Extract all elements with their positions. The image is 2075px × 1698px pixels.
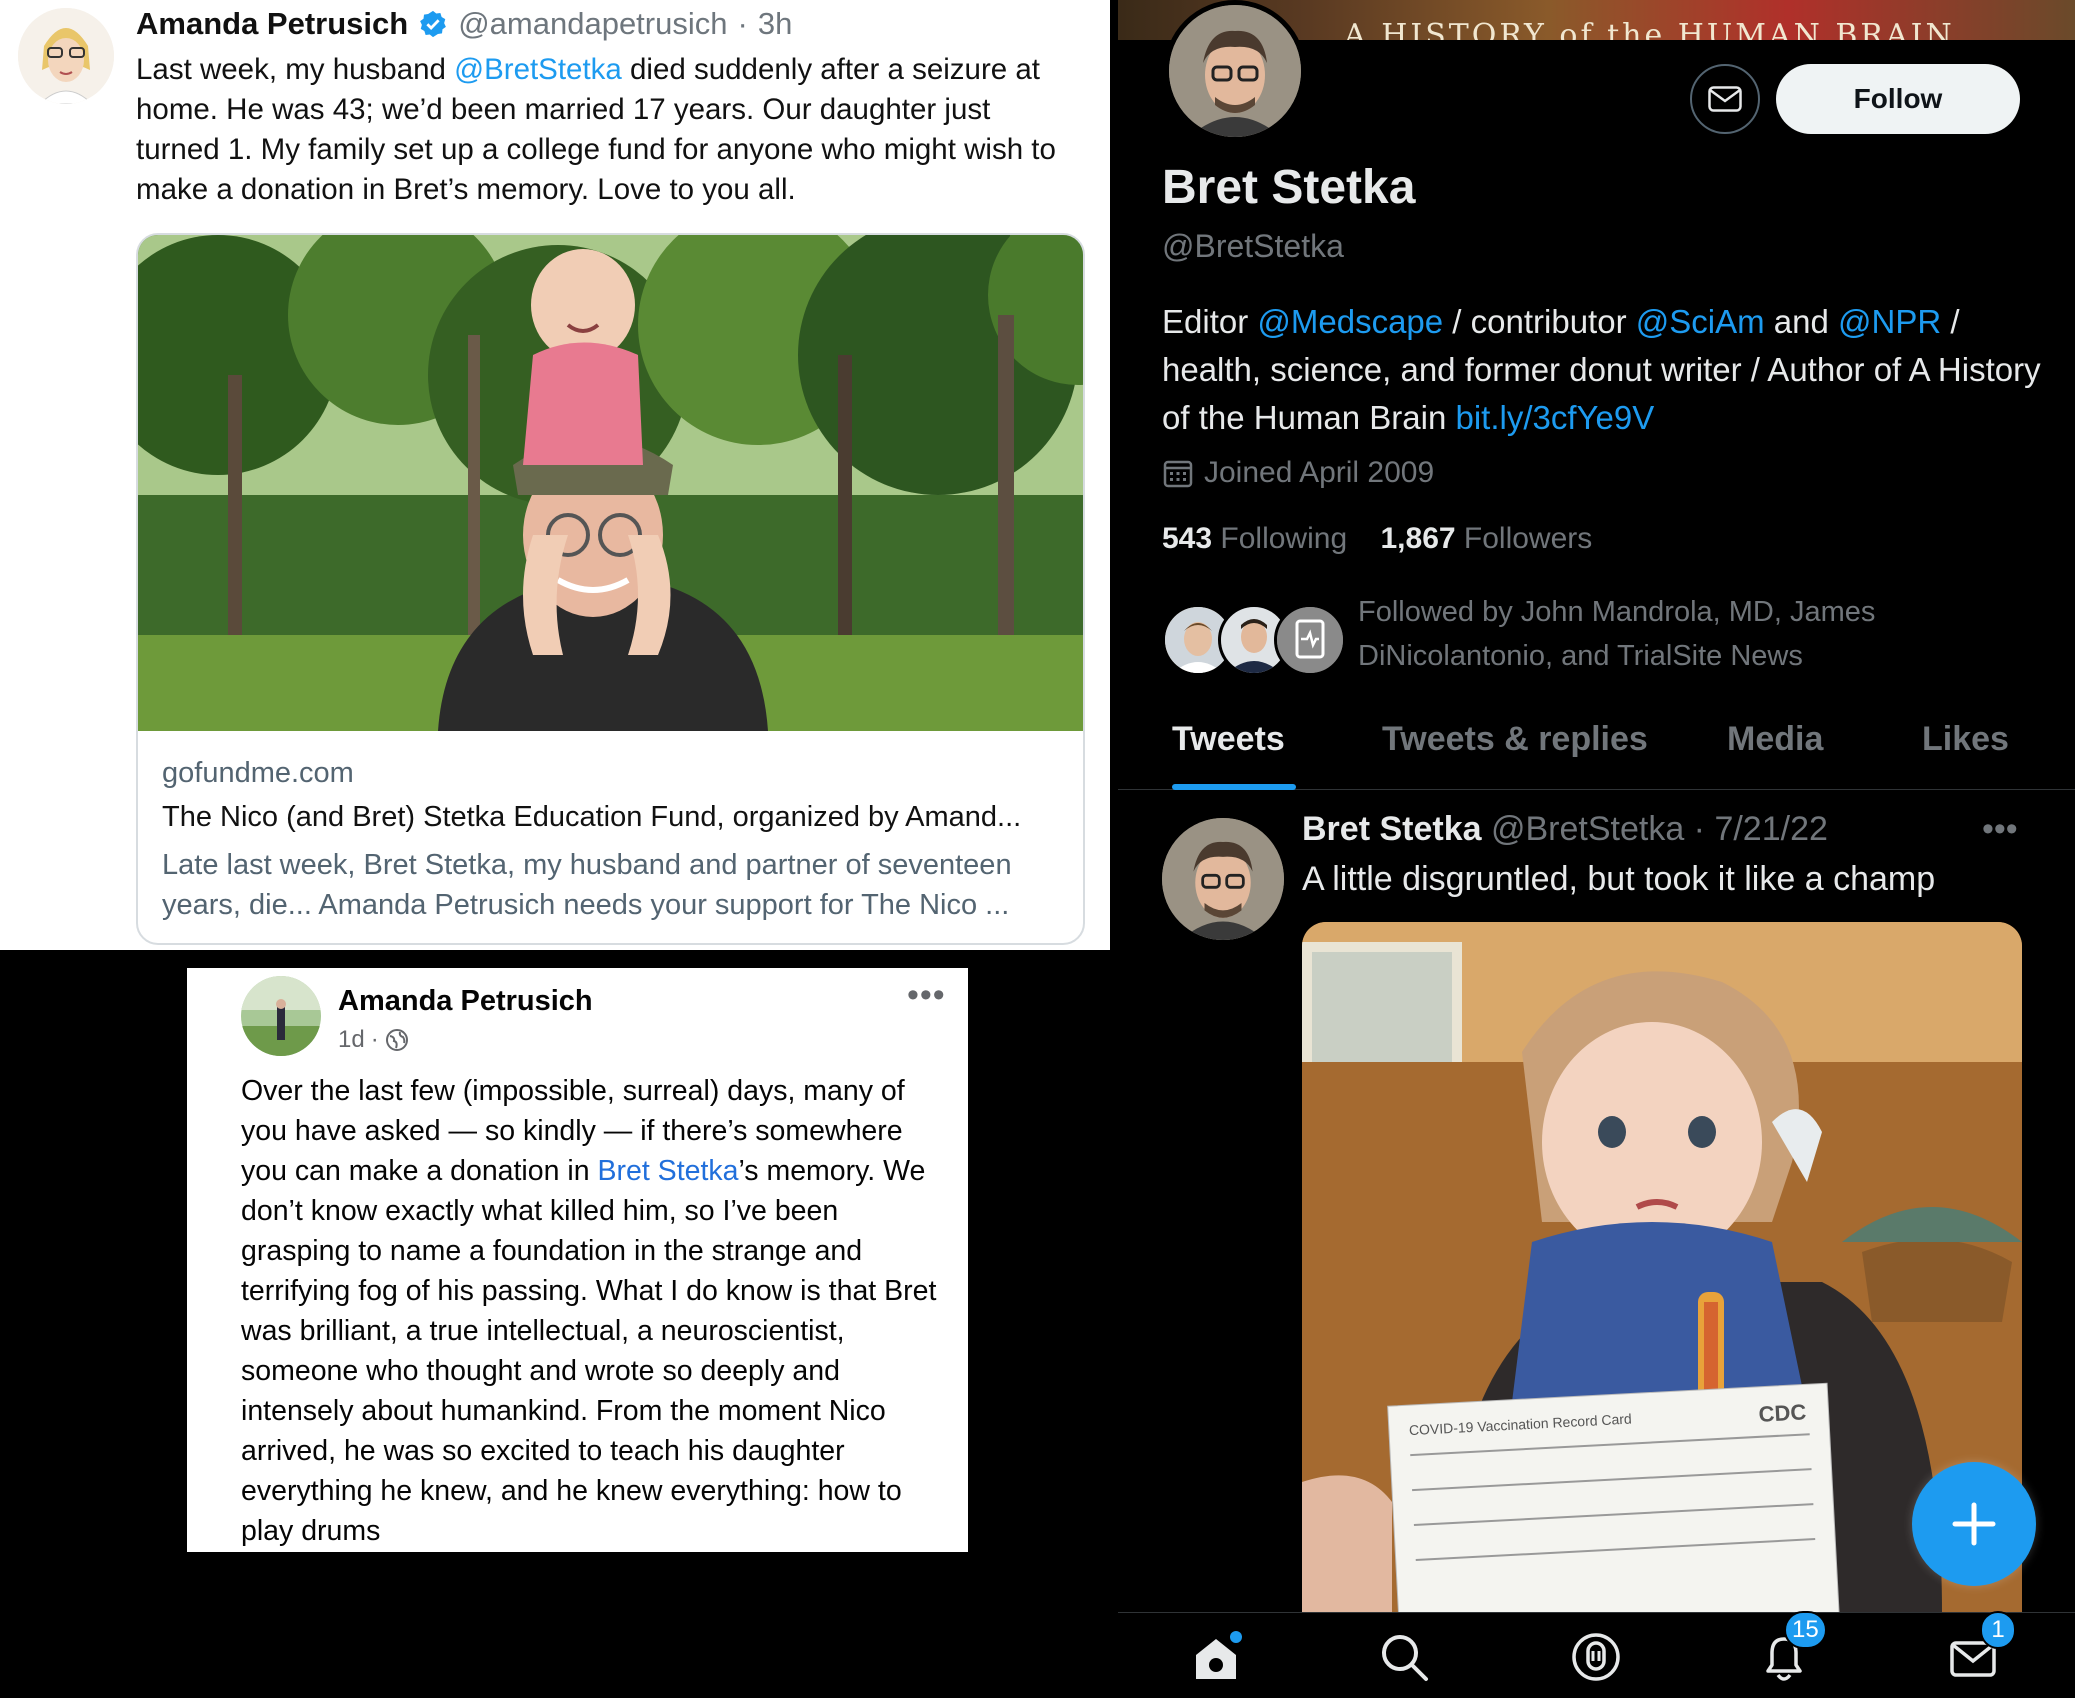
author-handle[interactable]: @amandapetrusich <box>458 6 727 42</box>
tweet-avatar[interactable] <box>1162 818 1284 940</box>
banner-text: A HISTORY of the HUMAN BRAIN <box>1344 18 1955 40</box>
facebook-author-name[interactable]: Amanda Petrusich <box>338 985 593 1018</box>
post-meta: 1d · <box>338 1026 409 1054</box>
post-time[interactable]: 1d <box>338 1026 365 1054</box>
tweet-author-handle[interactable]: @BretStetka <box>1491 810 1684 848</box>
followers-link[interactable]: 1,867 Followers <box>1380 522 1592 555</box>
link-preview-card[interactable]: gofundme.com The Nico (and Bret) Stetka … <box>136 233 1085 945</box>
bio-text: Editor <box>1162 303 1258 340</box>
followed-by-text[interactable]: Followed by John Mandrola, MD, James DiN… <box>1358 590 2018 678</box>
twitter-profile-screenshot: A HISTORY of the HUMAN BRAIN Follow Bret… <box>1118 0 2075 1698</box>
messages-badge: 1 <box>1980 1611 2016 1649</box>
post-text-part: ’s memory. We don’t know exactly what ki… <box>241 1155 937 1547</box>
mention-sciam[interactable]: @SciAm <box>1636 303 1765 340</box>
following-label: Following <box>1220 522 1348 555</box>
card-photo <box>138 235 1083 731</box>
amanda-avatar[interactable] <box>18 8 114 104</box>
facebook-post-screenshot: Amanda Petrusich 1d · ••• Over the last … <box>187 968 968 1552</box>
cdc-logo: CDC <box>1758 1399 1807 1426</box>
tweet-author-name[interactable]: Bret Stetka <box>1302 810 1482 848</box>
facebook-post-text: Over the last few (impossible, surreal) … <box>241 1071 941 1551</box>
joined-text: Joined April 2009 <box>1204 456 1435 489</box>
more-options-icon[interactable]: ••• <box>907 976 946 1015</box>
tweet-time[interactable]: 3h <box>758 6 792 42</box>
more-options-icon[interactable]: ••• <box>1982 810 2018 849</box>
compose-tweet-button[interactable] <box>1912 1462 2036 1586</box>
globe-icon <box>385 1029 408 1051</box>
followers-count: 1,867 <box>1380 522 1456 555</box>
mention-medscape[interactable]: @Medscape <box>1257 303 1443 340</box>
profile-handle: @BretStetka <box>1162 228 1344 264</box>
search-icon[interactable] <box>1376 1629 1432 1685</box>
profile-avatar[interactable] <box>1164 0 1306 142</box>
card-domain: gofundme.com <box>162 757 354 789</box>
bio-text: and <box>1764 303 1838 340</box>
spaces-icon[interactable] <box>1568 1629 1624 1685</box>
notifications-badge: 15 <box>1784 1611 1827 1649</box>
active-tab-indicator <box>1172 784 1296 790</box>
tab-tweets[interactable]: Tweets <box>1172 720 1285 759</box>
profile-name: Bret Stetka <box>1162 161 1416 214</box>
message-button[interactable] <box>1690 64 1760 134</box>
following-count: 543 <box>1162 522 1213 555</box>
followers-label: Followers <box>1463 522 1593 555</box>
follower-avatar[interactable] <box>1274 604 1346 676</box>
follow-stats: 543 Following 1,867 Followers <box>1162 522 1592 556</box>
bio-url-link[interactable]: bit.ly/3cfYe9V <box>1456 399 1655 436</box>
tweet-header: Bret Stetka @BretStetka · 7/21/22 <box>1302 810 1828 849</box>
following-link[interactable]: 543 Following <box>1162 522 1347 555</box>
verified-badge-icon <box>420 10 447 38</box>
facebook-avatar[interactable] <box>241 976 321 1056</box>
card-title: The Nico (and Bret) Stetka Education Fun… <box>162 801 1022 833</box>
amanda-tweet-screenshot: Amanda Petrusich @amandapetrusich · 3h L… <box>0 0 1110 950</box>
separator-dot: · <box>370 1026 379 1053</box>
bio-text: / contributor <box>1443 303 1636 340</box>
profile-tabs: Tweets Tweets & replies Media Likes <box>1118 712 2075 790</box>
tweet-header: Amanda Petrusich @amandapetrusich · 3h <box>136 6 792 42</box>
tweet-text: A little disgruntled, but took it like a… <box>1302 860 1936 898</box>
mail-icon <box>1708 86 1742 112</box>
bottom-nav-bar: 15 1 <box>1118 1611 2075 1698</box>
tab-media[interactable]: Media <box>1727 720 1823 759</box>
separator-dot: · <box>1684 810 1715 848</box>
follow-button[interactable]: Follow <box>1776 64 2020 134</box>
profile-link[interactable]: Bret Stetka <box>598 1155 739 1187</box>
calendar-icon <box>1163 460 1193 488</box>
home-icon[interactable] <box>1188 1629 1244 1685</box>
separator-dot: · <box>737 6 748 41</box>
tweet-text: Last week, my husband @BretStetka died s… <box>136 50 1081 210</box>
author-name[interactable]: Amanda Petrusich <box>136 6 408 42</box>
tweet-text-part: Last week, my husband <box>136 53 455 86</box>
profile-bio: Editor @Medscape / contributor @SciAm an… <box>1162 298 2042 442</box>
tab-likes[interactable]: Likes <box>1922 720 2009 759</box>
joined-date: Joined April 2009 <box>1162 456 1434 490</box>
card-description: Late last week, Bret Stetka, my husband … <box>162 849 1012 921</box>
tweet-date[interactable]: 7/21/22 <box>1714 810 1827 848</box>
plus-icon <box>1952 1502 1996 1546</box>
mention-link[interactable]: @BretStetka <box>454 53 622 86</box>
tab-tweets-replies[interactable]: Tweets & replies <box>1382 720 1648 759</box>
mention-npr[interactable]: @NPR <box>1838 303 1941 340</box>
